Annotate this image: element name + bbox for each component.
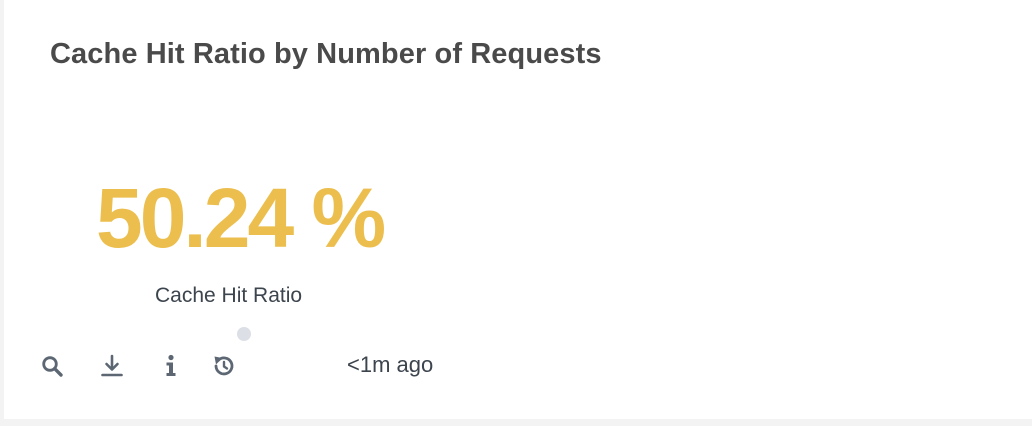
last-refresh-time: <1m ago	[347, 352, 434, 377]
export-icon[interactable]	[98, 352, 126, 380]
single-value: 50.24 %	[96, 171, 386, 265]
single-value-label: Cache Hit Ratio	[155, 284, 303, 307]
dashboard-panel: Cache Hit Ratio by Number of Requests 50…	[4, 0, 1032, 419]
search-icon[interactable]	[38, 352, 66, 380]
panel-title: Cache Hit Ratio by Number of Requests	[50, 38, 602, 70]
refresh-icon[interactable]	[210, 352, 238, 380]
info-icon[interactable]	[156, 352, 184, 380]
pager-dot[interactable]	[237, 327, 251, 341]
